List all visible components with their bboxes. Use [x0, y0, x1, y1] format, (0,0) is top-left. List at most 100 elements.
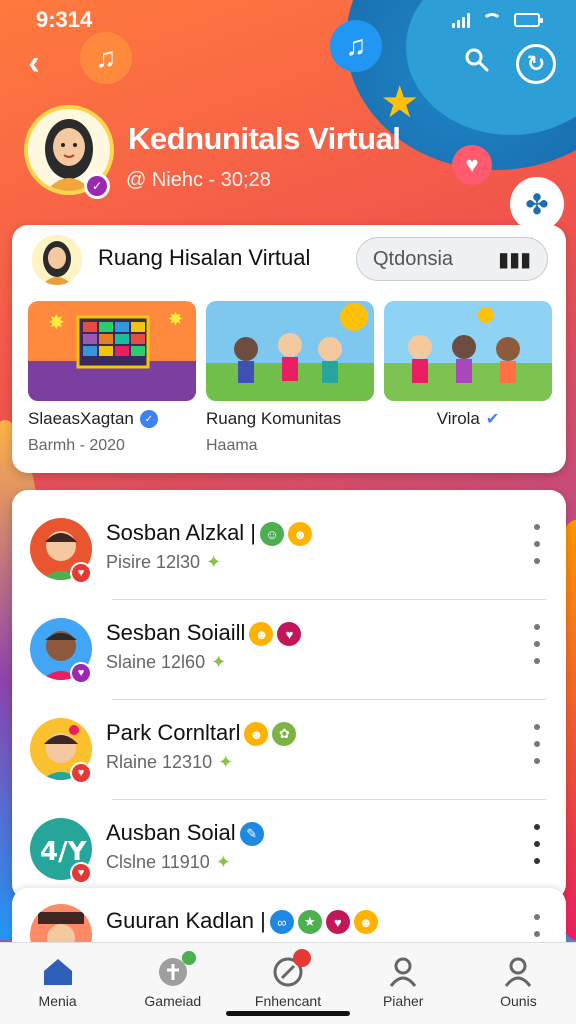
music-note-icon: ♫	[80, 32, 132, 84]
refresh-button[interactable]: ↻	[516, 44, 556, 84]
nav-item-people[interactable]: Piaher	[346, 943, 461, 1024]
more-menu-button[interactable]	[530, 824, 544, 864]
smile-icon: ☺	[260, 522, 285, 547]
member-meta-text: Clslne 11910	[106, 852, 210, 872]
member-list: ♥ Sosban Alzkal | ☺ ☻ Pisire 12l30 ✦ ♥ Sesb…	[12, 490, 566, 900]
community-card: Ruang Hisalan Virtual ▮▮▮ ✸✸ SlaeasXagta…	[12, 225, 566, 473]
svg-text:✸: ✸	[168, 309, 183, 329]
heart-icon: ♥	[452, 145, 492, 185]
more-menu-button[interactable]	[530, 524, 544, 564]
grin-icon: ☻	[249, 622, 274, 647]
tile-label: Ruang Komunitas	[206, 409, 374, 429]
friends-illustration	[206, 301, 374, 401]
heart-icon: ♥	[325, 910, 350, 935]
member-name: Guuran Kadlan | ∞ ★ ♥ ☻	[106, 908, 378, 935]
more-menu-button[interactable]	[530, 724, 544, 764]
compass-icon	[271, 949, 311, 989]
list-item[interactable]: ♥ Sesban Soiaill ☻ ♥ Slaine 12l60 ✦	[12, 600, 566, 700]
card-title: Ruang Hisalan Virtual	[98, 245, 311, 270]
infinity-icon: ∞	[269, 910, 294, 935]
member-meta: Rlaine 12310 ✦	[106, 752, 233, 773]
tile-image	[206, 301, 374, 401]
nav-label: Ounis	[500, 993, 537, 1009]
status-icons	[452, 12, 543, 28]
puzzle-icon: ✤	[510, 177, 564, 231]
notification-dot	[181, 951, 196, 965]
member-meta-text: Rlaine 12310	[106, 752, 213, 772]
status-time: 9:314	[36, 7, 93, 32]
search-input[interactable]	[373, 247, 493, 271]
sparkle-icon: ✦	[215, 852, 231, 872]
music-note-icon: ♫	[330, 20, 382, 72]
check-icon: ✔	[485, 411, 500, 428]
verified-badge-icon: ✓	[84, 173, 110, 199]
sparkle-icon: ✦	[211, 652, 227, 672]
signal-icon	[452, 12, 470, 28]
home-icon	[41, 955, 75, 989]
svg-text:✸: ✸	[48, 312, 65, 334]
tile-label-text: Virola	[436, 409, 480, 428]
status-badge: ♥	[70, 762, 92, 784]
tile-image	[384, 301, 552, 401]
chat-icon: ✎	[239, 822, 264, 847]
grin-icon: ☻	[353, 910, 378, 935]
grin-icon: ☻	[288, 522, 313, 547]
list-item[interactable]: 4/Y ♥ Ausban Soial ✎ Clslne 11910 ✦	[12, 800, 566, 900]
gamepad-icon	[156, 951, 196, 989]
tile-community[interactable]: Ruang Komunitas Haama	[206, 301, 374, 455]
page-title: Kednunitals Virtual	[128, 121, 401, 156]
tile-label: Virola ✔	[384, 409, 552, 429]
tile-subtitle: Barmh - 2020	[28, 437, 125, 454]
tile-virola[interactable]: Virola ✔	[384, 301, 552, 455]
star-badge-icon: ★	[297, 910, 322, 935]
list-item[interactable]: ♥ Park Cornltarl ☻ ✿ Rlaine 12310 ✦	[12, 700, 566, 800]
nav-item-home[interactable]: Menia	[0, 943, 115, 1024]
wifi-icon	[482, 13, 502, 27]
back-button[interactable]: ‹	[18, 46, 50, 80]
profile-header: ✓ Kednunitals Virtual @ Niehc - 30;28 ★ …	[24, 78, 576, 231]
member-meta: Slaine 12l60 ✦	[106, 652, 226, 673]
member-meta-text: Pisire 12l30	[106, 552, 201, 572]
list-item[interactable]: ♥ Sosban Alzkal | ☺ ☻ Pisire 12l30 ✦	[12, 500, 566, 600]
profile-icon	[501, 955, 535, 989]
member-meta: Pisire 12l30 ✦	[106, 552, 221, 573]
kids-playing-illustration	[384, 301, 552, 401]
heart-icon: ♥	[277, 622, 302, 647]
member-name: Sesban Soiaill ☻ ♥	[106, 620, 302, 647]
avatar[interactable]	[32, 235, 82, 285]
more-menu-button[interactable]	[530, 624, 544, 664]
search-button[interactable]	[460, 46, 494, 80]
member-name: Sosban Alzkal | ☺ ☻	[106, 520, 313, 547]
member-meta-text: Slaine 12l60	[106, 652, 206, 672]
sparkle-icon: ✦	[206, 552, 222, 572]
search-field[interactable]: ▮▮▮	[356, 237, 548, 281]
community-avatar-illustration	[32, 235, 82, 285]
status-bar: 9:314	[0, 0, 576, 34]
member-name: Park Cornltarl ☻ ✿	[106, 720, 297, 747]
battery-icon	[514, 13, 543, 27]
tile-image: ✸ ✸	[28, 301, 196, 401]
sparkle-icon: ✦	[218, 752, 234, 772]
nav-label: Menia	[38, 993, 77, 1009]
top-action-bar: ‹ ♫ ♫ ↻	[0, 20, 576, 90]
person-icon	[386, 955, 420, 989]
member-name-text: Guuran Kadlan |	[106, 908, 266, 933]
nav-label: Piaher	[382, 993, 424, 1009]
leaf-icon: ✿	[272, 722, 297, 747]
profile-handle: @ Niehc - 30;28	[126, 169, 271, 191]
status-badge: ♥	[70, 662, 92, 684]
nav-item-profile[interactable]: Ounis	[461, 943, 576, 1024]
member-name: Ausban Soial ✎	[106, 820, 264, 847]
status-badge: ♥	[70, 862, 92, 884]
home-indicator	[226, 1011, 350, 1016]
tile-game[interactable]: ✸ ✸ SlaeasXagtan ✓ Barmh - 2020	[28, 301, 196, 455]
nav-item-games[interactable]: Gameiad	[115, 943, 230, 1024]
tile-label-text: SlaeasXagtan	[28, 409, 134, 428]
member-name-text: Ausban Soial	[106, 820, 236, 845]
microphone-icon[interactable]: ▮▮▮	[498, 247, 531, 272]
member-meta: Clslne 11910 ✦	[106, 852, 231, 873]
refresh-icon: ↻	[526, 51, 546, 76]
nav-label: Fnhencant	[254, 993, 322, 1009]
game-board-illustration: ✸ ✸	[28, 301, 196, 401]
member-name-text: Sesban Soiaill	[106, 620, 246, 645]
